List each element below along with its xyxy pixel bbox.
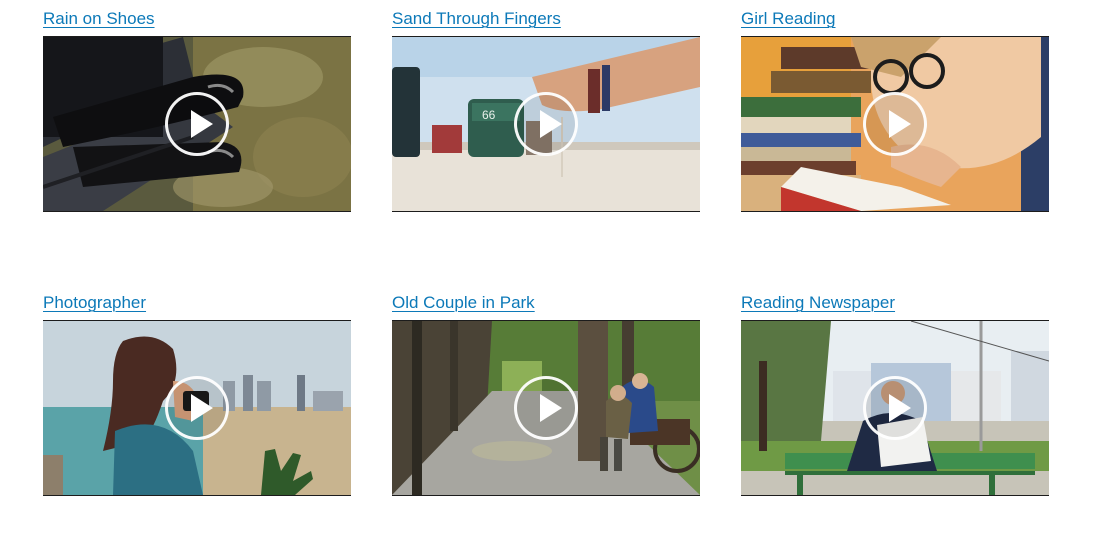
- video-thumbnail[interactable]: [741, 320, 1049, 496]
- video-thumbnail[interactable]: [392, 320, 700, 496]
- video-title-link[interactable]: Old Couple in Park: [392, 292, 535, 314]
- video-card-girl-reading: Girl Reading: [741, 8, 1049, 212]
- video-title-link[interactable]: Girl Reading: [741, 8, 836, 30]
- video-thumbnail[interactable]: [43, 320, 351, 496]
- video-title-link[interactable]: Reading Newspaper: [741, 292, 895, 314]
- video-card-rain-on-shoes: Rain on Shoes: [43, 8, 351, 212]
- svg-text:66: 66: [482, 108, 496, 122]
- video-thumbnail[interactable]: [43, 36, 351, 212]
- play-icon[interactable]: [514, 92, 578, 156]
- video-thumbnail[interactable]: 66: [392, 36, 700, 212]
- video-card-old-couple-in-park: Old Couple in Park: [392, 292, 700, 496]
- play-icon[interactable]: [514, 376, 578, 440]
- video-card-sand-through-fingers: Sand Through Fingers 66: [392, 8, 700, 212]
- play-icon[interactable]: [863, 376, 927, 440]
- video-title-link[interactable]: Photographer: [43, 292, 146, 314]
- play-icon[interactable]: [165, 92, 229, 156]
- video-title-link[interactable]: Rain on Shoes: [43, 8, 155, 30]
- video-card-reading-newspaper: Reading Newspaper: [741, 292, 1049, 496]
- video-thumbnail[interactable]: [741, 36, 1049, 212]
- play-icon[interactable]: [863, 92, 927, 156]
- video-grid: Rain on Shoes Sand Through Fingers 66 Gi…: [43, 8, 1053, 528]
- play-icon[interactable]: [165, 376, 229, 440]
- video-title-link[interactable]: Sand Through Fingers: [392, 8, 561, 30]
- video-card-photographer: Photographer: [43, 292, 351, 496]
